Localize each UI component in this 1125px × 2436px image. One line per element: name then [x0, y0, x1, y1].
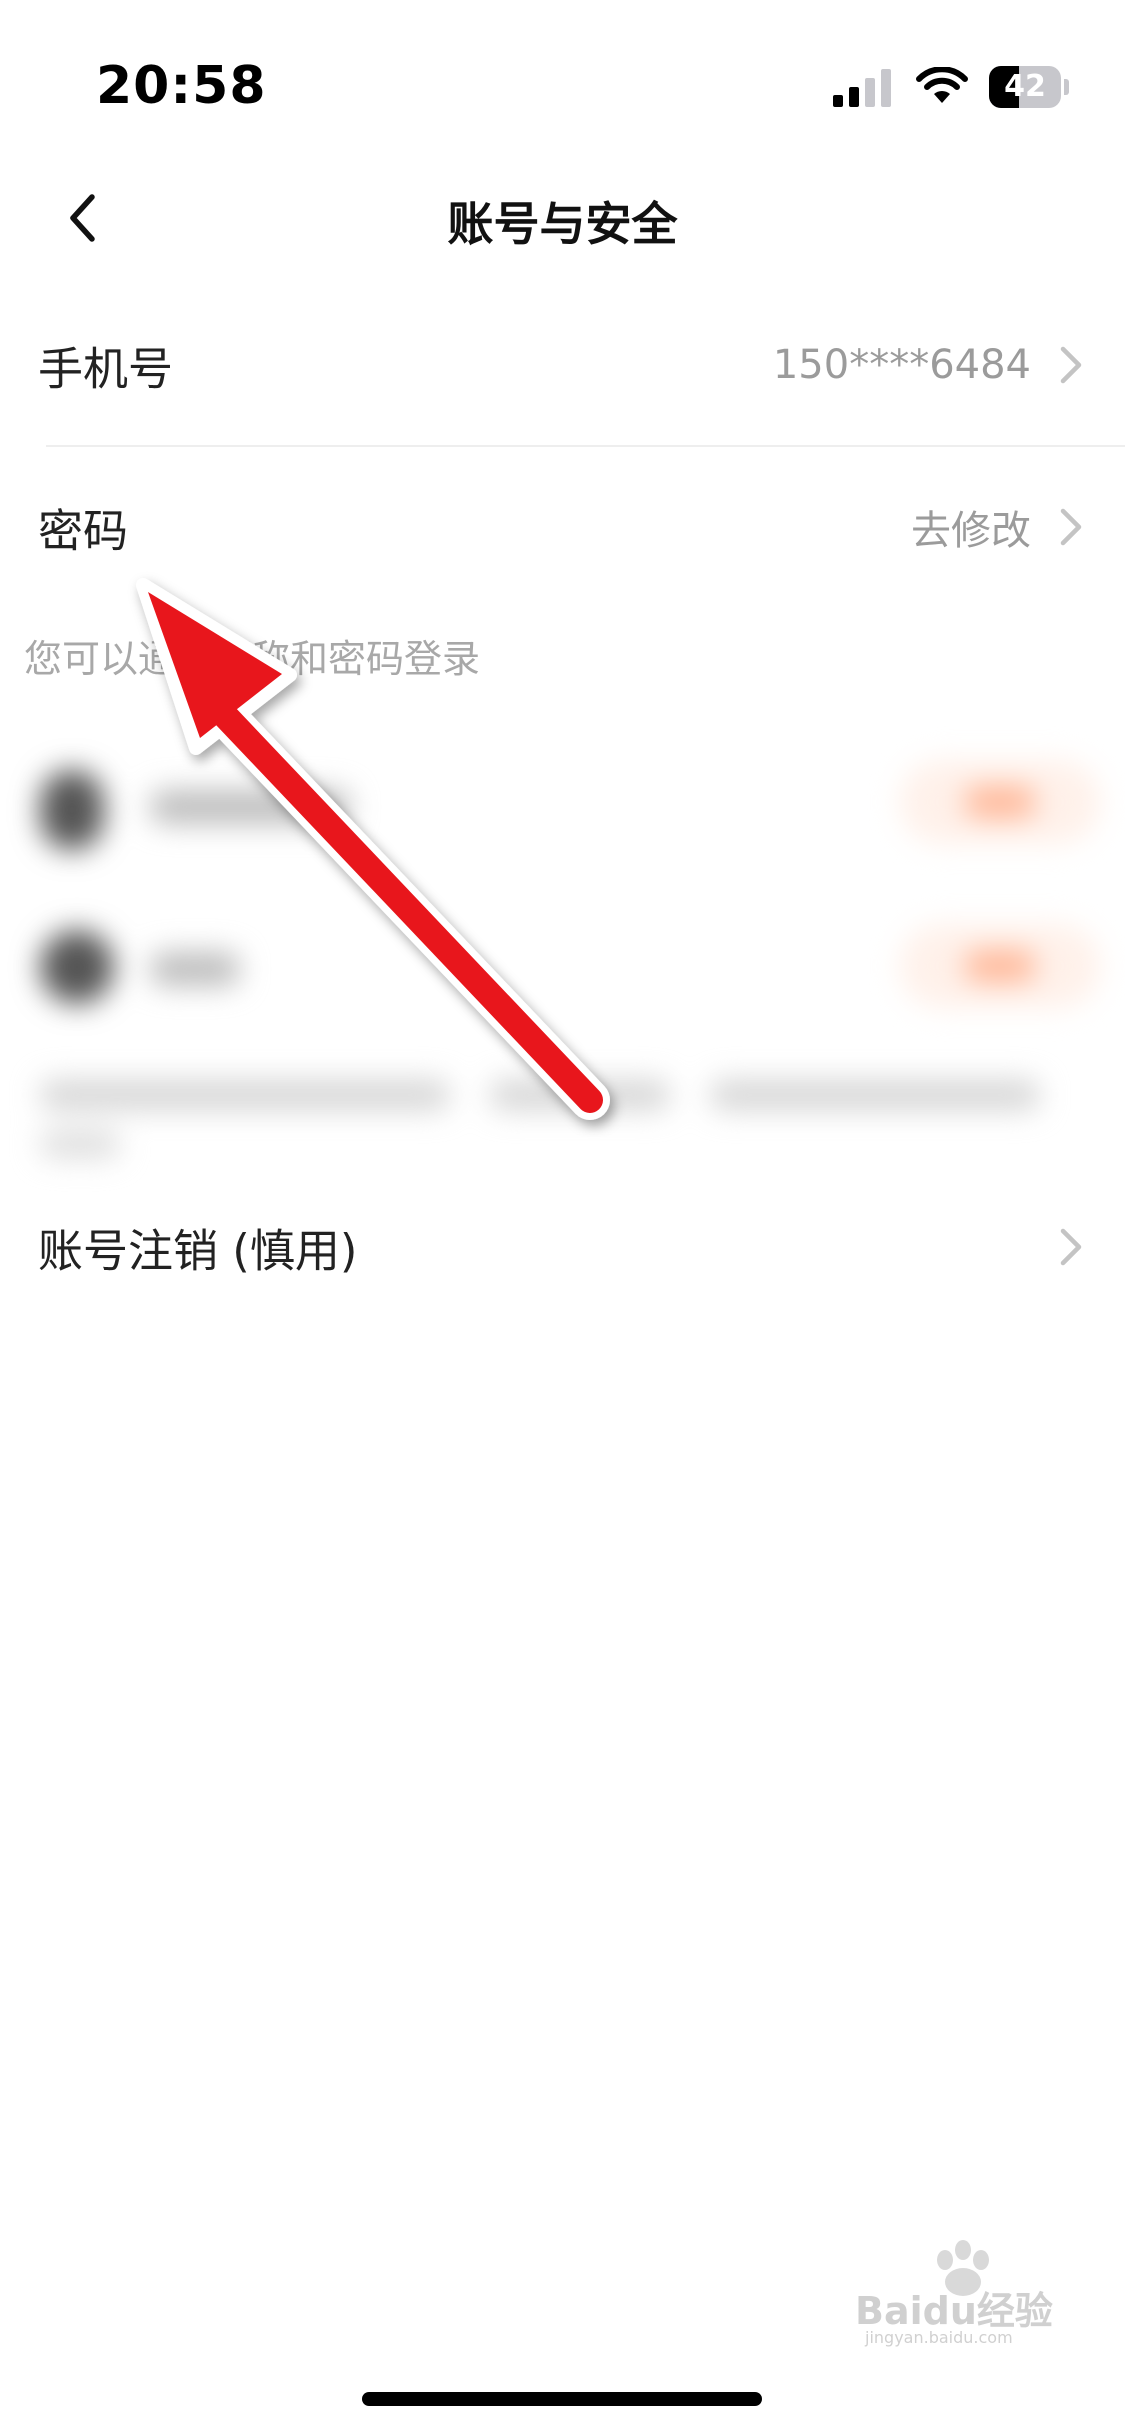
blurred-linked-accounts: [0, 720, 1125, 1180]
battery-icon: 42: [989, 66, 1069, 108]
page-title: 账号与安全: [447, 197, 678, 251]
signal-icon: [833, 69, 891, 107]
blurred-text: [40, 1080, 450, 1110]
blurred-text: [40, 1130, 120, 1158]
row-divider: [46, 445, 1125, 447]
blurred-text: [490, 1080, 670, 1110]
phone-value: 150****6484: [772, 342, 1031, 388]
home-indicator: [362, 2392, 762, 2406]
blurred-avatar: [40, 930, 114, 1004]
blurred-text: [150, 790, 350, 824]
wifi-icon: [916, 67, 968, 103]
blurred-text: [150, 952, 240, 986]
status-icons: 42: [833, 62, 1069, 112]
chevron-right-icon: [1060, 1228, 1082, 1266]
phone-row[interactable]: 手机号 150****6484: [0, 290, 1125, 440]
battery-percentage: 42: [1004, 69, 1046, 104]
deactivate-account-label: 账号注销 (慎用): [38, 1224, 358, 1278]
battery-cap: [1064, 79, 1069, 95]
baidu-watermark: Baidu经验 jingyan.baidu.com: [855, 2240, 1075, 2350]
battery-body: 42: [989, 66, 1061, 108]
status-time: 20:58: [96, 56, 267, 116]
watermark-site: jingyan.baidu.com: [865, 2328, 1013, 2347]
chevron-right-icon: [1060, 346, 1082, 384]
password-label: 密码: [38, 504, 129, 558]
nav-bar: 账号与安全: [0, 160, 1125, 276]
blurred-button-label: [964, 786, 1036, 818]
password-row[interactable]: 密码 去修改: [0, 452, 1125, 602]
blurred-text: [710, 1080, 1040, 1110]
login-hint-text: 您可以通过昵称和密码登录: [24, 637, 481, 681]
watermark-brand: Baidu经验: [855, 2289, 1053, 2333]
blurred-button-label: [964, 950, 1036, 982]
chevron-right-icon: [1060, 508, 1082, 546]
status-bar: 20:58 42: [0, 0, 1125, 150]
change-password-link[interactable]: 去修改: [911, 498, 1031, 556]
blurred-avatar: [40, 770, 104, 850]
blurred-button: [900, 760, 1100, 844]
deactivate-account-row[interactable]: 账号注销 (慎用): [0, 1172, 1125, 1322]
phone-label: 手机号: [38, 342, 174, 396]
blurred-button: [900, 924, 1100, 1008]
